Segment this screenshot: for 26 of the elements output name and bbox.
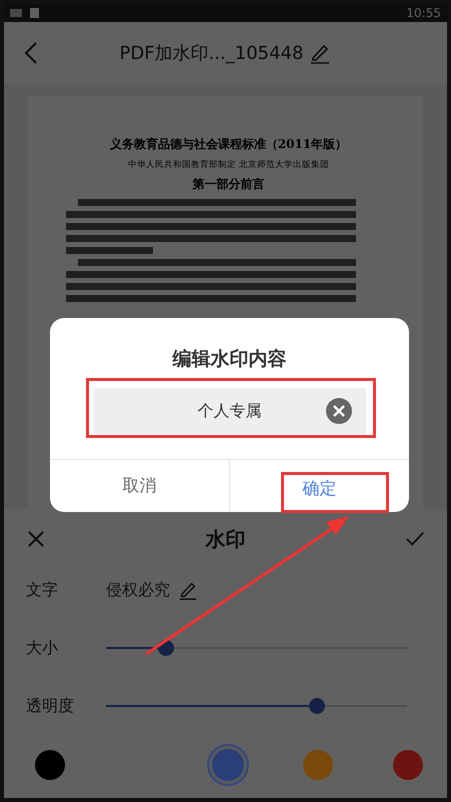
status-time: 10:55 [406,6,441,20]
close-icon[interactable] [26,529,46,549]
cancel-button[interactable]: 取消 [110,474,170,498]
clear-icon[interactable] [326,398,352,424]
notification-icon [30,8,39,18]
color-swatch[interactable] [35,750,65,780]
pencil-icon[interactable] [309,42,332,64]
document-title: PDF加水印..._105448 [120,42,304,65]
dialog-title: 编辑水印内容 [172,347,286,372]
input-field[interactable]: 个人专属 [94,388,366,434]
slider-thumb[interactable] [308,698,325,714]
slider-label: 透明度 [26,696,75,716]
section-heading: 第一部分前言 [192,176,266,193]
document-heading: 义务教育品德与社会课程标准（2011年版） [108,136,348,153]
confirm-button[interactable]: 确定 [290,477,350,501]
panel-title: 水印 [206,526,246,552]
watermark-text[interactable]: 侵权必究 [106,580,170,600]
document-subtitle: 中华人民共和国教育部制定 北京师范大学出版集团 [127,159,330,171]
slider-label: 大小 [26,638,59,658]
color-swatch[interactable] [212,749,244,781]
back-icon[interactable] [24,41,38,65]
color-swatch[interactable] [393,750,423,780]
pencil-icon[interactable] [178,580,198,600]
keyboard-icon [10,9,22,17]
text-label: 文字 [26,580,59,600]
color-swatch[interactable] [303,750,333,780]
